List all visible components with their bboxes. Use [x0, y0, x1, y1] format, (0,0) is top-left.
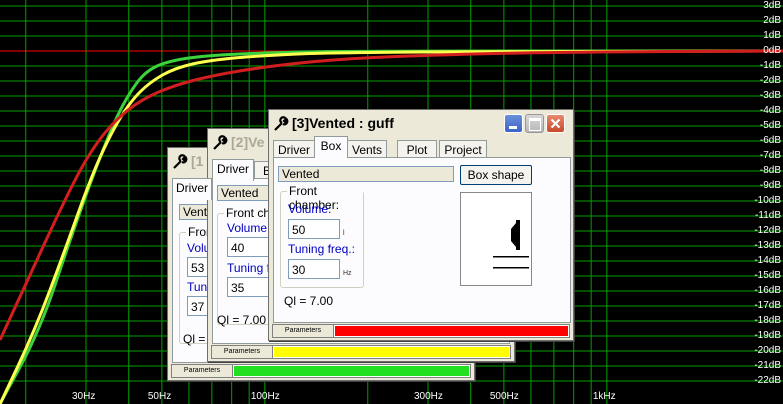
y-axis-label: -3dB — [759, 90, 781, 101]
y-axis-label: -1dB — [759, 60, 781, 71]
status-bar: Parameters — [272, 324, 570, 338]
x-axis-label: 50Hz — [147, 391, 172, 402]
window-3-title: [3]Vented : guff — [292, 115, 394, 131]
minimize-button[interactable] — [504, 114, 523, 133]
tuning-label: Tuning freq.: — [288, 242, 355, 256]
wrench-icon — [274, 116, 289, 131]
speaker-icon — [493, 220, 529, 269]
ql-text: Ql = 7.00 — [217, 313, 267, 327]
y-axis-label: -19dB — [754, 330, 781, 341]
y-axis-label: -16dB — [754, 285, 781, 296]
y-axis-label: -15dB — [754, 270, 781, 281]
y-axis-label: -11dB — [755, 210, 781, 221]
y-axis-label: 1dB — [763, 30, 781, 41]
wrench-icon — [173, 154, 188, 169]
y-axis-label: -9dB — [759, 180, 781, 191]
status-label: Parameters — [172, 365, 233, 377]
window-2-title: [2]Ve — [231, 134, 265, 150]
y-axis-label: 2dB — [763, 15, 781, 26]
y-axis-label: -8dB — [759, 165, 781, 176]
tab-driver[interactable]: Driver — [212, 159, 254, 181]
maximize-button[interactable] — [525, 114, 544, 133]
tab-driver[interactable]: Driver — [172, 178, 212, 200]
window-3-titlebar[interactable]: [3]Vented : guff — [269, 110, 573, 138]
x-axis-label: 1kHz — [592, 391, 616, 402]
status-color-bar — [274, 347, 509, 357]
close-button[interactable] — [546, 114, 565, 133]
status-label: Parameters — [273, 325, 334, 337]
volume-field[interactable]: 50 — [288, 219, 340, 239]
y-axis-label: -4dB — [759, 105, 781, 116]
minimize-icon — [509, 126, 517, 129]
box-shape-button[interactable]: Box shape — [460, 165, 532, 185]
y-axis-label: -5dB — [759, 120, 781, 131]
close-icon — [550, 118, 561, 129]
window-1-title: [1 — [191, 153, 204, 169]
y-axis-label: -17dB — [754, 300, 781, 311]
ql-text: Ql = 7.00 — [284, 294, 334, 308]
tuning-unit: Hz — [343, 270, 352, 277]
status-color-bar — [234, 366, 469, 376]
y-axis-label: -14dB — [754, 255, 781, 266]
status-bar: Parameters — [171, 364, 471, 378]
status-color-bar — [335, 326, 568, 336]
volume-label: Volume: — [227, 221, 271, 235]
y-axis-label: -10dB — [754, 195, 781, 206]
tuning-field[interactable]: 30 — [288, 259, 340, 279]
y-axis-label: -7dB — [759, 150, 781, 161]
box-type-display: Vented — [278, 166, 454, 182]
y-axis-label: 0dB — [763, 45, 781, 56]
tab-box[interactable]: Box — [314, 136, 348, 158]
y-axis-label: -6dB — [759, 135, 781, 146]
status-bar: Parameters — [211, 345, 511, 359]
window-3-panel: Vented Box shape Front chamber: Volume: … — [273, 157, 571, 323]
y-axis-label: 3dB — [763, 0, 781, 11]
volume-label: Volume: — [288, 202, 332, 216]
x-axis-label: 500Hz — [489, 391, 519, 402]
y-axis-label: -20dB — [754, 345, 781, 356]
y-axis-label: -21dB — [754, 360, 781, 371]
y-axis-label: -12dB — [754, 225, 781, 236]
volume-unit: l — [343, 230, 345, 237]
y-axis-label: -18dB — [754, 315, 781, 326]
x-axis-label: 100Hz — [250, 391, 280, 402]
maximize-icon — [529, 118, 541, 131]
tuning-label: Tuning fr — [227, 261, 274, 275]
wrench-icon — [213, 135, 228, 150]
status-label: Parameters — [212, 346, 273, 358]
window-3[interactable]: [3]Vented : guff Driver Box Vents Plot P… — [268, 109, 574, 341]
y-axis-label: -2dB — [759, 75, 781, 86]
box-shape-preview — [460, 192, 532, 286]
y-axis-label: -22dB — [754, 375, 781, 386]
x-axis-label: 30Hz — [72, 391, 96, 402]
x-axis-label: 300Hz — [414, 391, 443, 402]
y-axis-label: -13dB — [754, 240, 781, 251]
